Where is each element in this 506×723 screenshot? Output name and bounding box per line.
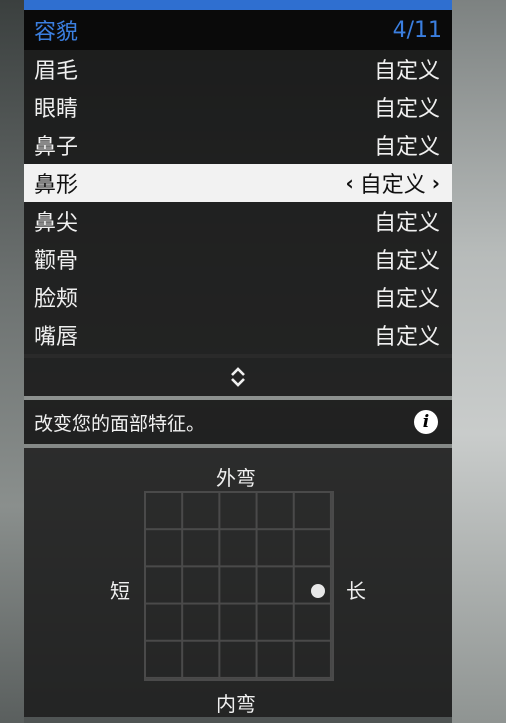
menu-item-label: 脸颊 [34,287,79,312]
menu-item-value: 自定义 [373,135,440,160]
chevron-right-icon[interactable]: › [432,171,440,195]
menu-item-label: 鼻形 [34,173,79,198]
scroll-indicator[interactable] [24,358,452,396]
menu-item-lips[interactable]: 嘴唇 自定义 [24,316,452,354]
up-down-chevron-icon[interactable] [229,365,247,389]
panel-accent-bar [24,0,452,10]
menu-item-label: 眼睛 [34,97,79,122]
menu-item-value: 自定义 [373,287,440,312]
grid-label-bottom: 内弯 [216,692,256,716]
shape-grid[interactable] [144,491,334,681]
grid-position-marker[interactable] [311,583,326,598]
shape-grid-panel: 外弯 内弯 短 长 [24,448,452,717]
menu-item-label: 鼻子 [34,135,79,160]
menu-item-nose-shape[interactable]: 鼻形 ‹ 自定义 › [24,164,452,202]
panel-header: 容貌 4/11 [24,10,452,50]
character-creator-panel: 容貌 4/11 眉毛 自定义 眼睛 自定义 鼻子 自定义 鼻形 ‹ 自定义 › … [24,0,452,717]
info-bar: 改变您的面部特征。 i [24,400,452,444]
grid-label-right: 长 [346,579,366,603]
menu-item-nose-tip[interactable]: 鼻尖 自定义 [24,202,452,240]
menu-item-eyes[interactable]: 眼睛 自定义 [24,88,452,126]
menu-item-value: 自定义 [373,325,440,350]
menu-item-value: 自定义 [359,173,426,198]
info-text: 改变您的面部特征。 [34,412,206,435]
menu-item-cheekbones[interactable]: 颧骨 自定义 [24,240,452,278]
menu-item-label: 颧骨 [34,249,79,274]
menu-item-label: 嘴唇 [34,325,79,350]
grid-label-top: 外弯 [216,466,256,490]
menu-item-value: 自定义 [373,249,440,274]
info-icon: i [414,410,438,434]
menu-item-cheeks[interactable]: 脸颊 自定义 [24,278,452,316]
menu-item-value: 自定义 [373,97,440,122]
feature-menu: 眉毛 自定义 眼睛 自定义 鼻子 自定义 鼻形 ‹ 自定义 › 鼻尖 自定义 颧… [24,50,452,354]
page-counter: 4/11 [392,17,442,43]
panel-title: 容貌 [34,20,79,45]
menu-item-nose[interactable]: 鼻子 自定义 [24,126,452,164]
menu-item-label: 眉毛 [34,59,79,84]
menu-item-value: 自定义 [373,59,440,84]
menu-item-value: 自定义 [373,211,440,236]
background-right [452,0,506,723]
chevron-left-icon[interactable]: ‹ [345,171,353,195]
menu-item-label: 鼻尖 [34,211,79,236]
menu-item-eyebrows[interactable]: 眉毛 自定义 [24,50,452,88]
background-left [0,0,24,723]
grid-label-left: 短 [110,579,130,603]
